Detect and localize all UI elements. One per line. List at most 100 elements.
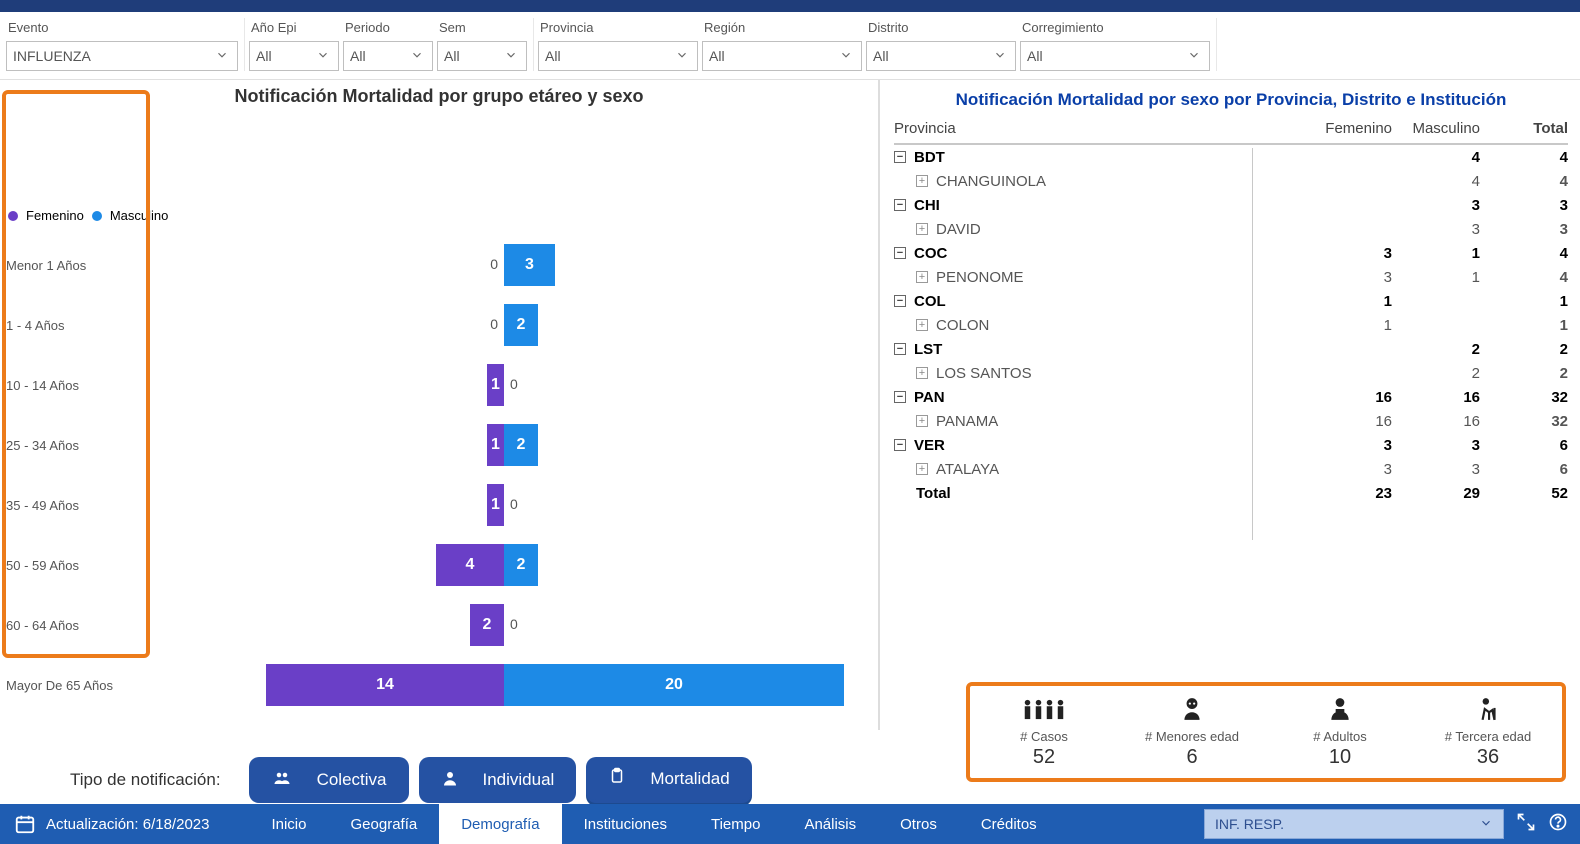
tab-otros[interactable]: Otros	[878, 804, 959, 844]
chart-category-label: 25 - 34 Años	[6, 438, 79, 453]
filter-sem[interactable]: All	[437, 41, 527, 71]
table-row: Total232952	[894, 481, 1568, 505]
tab-tiempo[interactable]: Tiempo	[689, 804, 782, 844]
kpi-casos-value: 52	[1033, 746, 1055, 769]
bar-femenino[interactable]: 14	[266, 664, 504, 706]
table-cell-total: 3	[1480, 197, 1568, 214]
kpi-tercera-value: 36	[1477, 746, 1499, 769]
table-cell-masculino: 29	[1392, 485, 1480, 502]
table-cell-name: +COLON	[916, 317, 1304, 334]
tab-demografia[interactable]: Demografía	[439, 804, 561, 844]
table-row: +CHANGUINOLA44	[894, 169, 1568, 193]
tab-creditos[interactable]: Créditos	[959, 804, 1059, 844]
bar-masculino-zero: 0	[510, 616, 518, 632]
table-row: +PENONOME314	[894, 265, 1568, 289]
pill-colectiva[interactable]: Colectiva	[249, 757, 409, 803]
filter-label-periodo: Periodo	[345, 20, 427, 35]
bar-masculino[interactable]: 2	[504, 544, 538, 586]
tab-geografia[interactable]: Geografía	[329, 804, 440, 844]
child-icon	[1179, 696, 1205, 727]
chart-row: Menor 1 Años03	[0, 238, 870, 292]
kpi-menores-value: 6	[1186, 746, 1197, 769]
filter-evento[interactable]: INFLUENZA	[6, 41, 238, 71]
bar-masculino[interactable]: 2	[504, 424, 538, 466]
expand-icon[interactable]: +	[916, 463, 928, 475]
bar-femenino[interactable]: 1	[487, 424, 504, 466]
row-name: PENONOME	[936, 269, 1024, 286]
group-icon	[271, 769, 293, 792]
expand-icon[interactable]: +	[916, 271, 928, 283]
bar-femenino[interactable]: 4	[436, 544, 504, 586]
table-cell-total: 6	[1480, 437, 1568, 454]
th-provincia: Provincia	[894, 120, 1304, 137]
legend-label-masculino: Masculino	[110, 208, 169, 223]
collapse-icon[interactable]: −	[894, 151, 906, 163]
collapse-icon[interactable]: −	[894, 199, 906, 211]
filter-label-corregimiento: Corregimiento	[1022, 20, 1204, 35]
tab-inicio[interactable]: Inicio	[249, 804, 328, 844]
chevron-down-icon	[215, 48, 231, 65]
filter-provincia[interactable]: All	[538, 41, 698, 71]
person-icon	[441, 769, 459, 792]
filter-ano[interactable]: All	[249, 41, 339, 71]
filter-corregimiento[interactable]: All	[1020, 41, 1210, 71]
table-cell-masculino: 4	[1392, 149, 1480, 166]
filter-label-ano: Año Epi	[251, 20, 333, 35]
collapse-icon[interactable]: −	[894, 391, 906, 403]
expand-icon[interactable]: +	[916, 319, 928, 331]
row-name: ATALAYA	[936, 461, 999, 478]
table-cell-femenino: 3	[1304, 461, 1392, 478]
table-cell-femenino: 1	[1304, 293, 1392, 310]
pill-individual[interactable]: Individual	[419, 757, 577, 803]
chart-row: 25 - 34 Años 12	[0, 418, 870, 472]
table-cell-total: 4	[1480, 269, 1568, 286]
bar-femenino[interactable]: 1	[487, 364, 504, 406]
chevron-down-icon	[410, 48, 426, 65]
expand-icon[interactable]: +	[916, 415, 928, 427]
chart-row: 10 - 14 Años10	[0, 358, 870, 412]
table-cell-total: 1	[1480, 293, 1568, 310]
maximize-icon[interactable]	[1516, 812, 1536, 836]
chart-row: 1 - 4 Años02	[0, 298, 870, 352]
footer-nav: Actualización: 6/18/2023 Inicio Geografí…	[0, 804, 1580, 844]
bar-femenino[interactable]: 1	[487, 484, 504, 526]
chart-row: 35 - 49 Años10	[0, 478, 870, 532]
kpi-adultos: # Adultos 10	[1266, 686, 1414, 778]
row-name: COC	[914, 245, 947, 262]
chevron-down-icon	[316, 48, 332, 65]
chevron-down-icon	[1479, 816, 1493, 833]
filter-periodo[interactable]: All	[343, 41, 433, 71]
tab-instituciones[interactable]: Instituciones	[562, 804, 689, 844]
update-date: 6/18/2023	[143, 816, 210, 833]
table-row: +COLON11	[894, 313, 1568, 337]
kpi-adultos-label: # Adultos	[1313, 729, 1367, 744]
table-body: −BDT44+CHANGUINOLA44−CHI33+DAVID33−COC31…	[894, 145, 1568, 505]
pill-mortalidad[interactable]: Mortalidad	[586, 757, 751, 803]
clipboard-icon	[608, 767, 626, 790]
table-cell-name: −COL	[894, 293, 1304, 310]
chart-row: 50 - 59 Años42	[0, 538, 870, 592]
filter-distrito[interactable]: All	[866, 41, 1016, 71]
collapse-icon[interactable]: −	[894, 295, 906, 307]
bar-femenino[interactable]: 2	[470, 604, 504, 646]
table-row: −PAN161632	[894, 385, 1568, 409]
bar-masculino[interactable]: 3	[504, 244, 555, 286]
table-cell-masculino: 1	[1392, 245, 1480, 262]
help-icon[interactable]	[1548, 812, 1568, 836]
bar-masculino-zero: 0	[510, 496, 518, 512]
chart-row: Mayor De 65 Años1420	[0, 658, 870, 712]
collapse-icon[interactable]: −	[894, 343, 906, 355]
tab-analisis[interactable]: Análisis	[782, 804, 878, 844]
expand-icon[interactable]: +	[916, 175, 928, 187]
footer-dropdown[interactable]: INF. RESP.	[1204, 809, 1504, 839]
collapse-icon[interactable]: −	[894, 439, 906, 451]
filter-evento-value: INFLUENZA	[13, 48, 91, 64]
table-cell-name: + ATALAYA	[916, 461, 1304, 478]
collapse-icon[interactable]: −	[894, 247, 906, 259]
bar-masculino[interactable]: 20	[504, 664, 844, 706]
table-cell-name: + PENONOME	[916, 269, 1304, 286]
filter-region[interactable]: All	[702, 41, 862, 71]
expand-icon[interactable]: +	[916, 223, 928, 235]
bar-masculino[interactable]: 2	[504, 304, 538, 346]
expand-icon[interactable]: +	[916, 367, 928, 379]
